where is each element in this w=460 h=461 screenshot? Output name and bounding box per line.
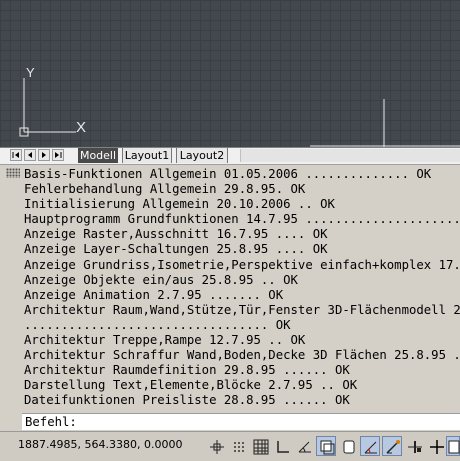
command-history-line: Architektur Raumdefinition 29.8.95 .....… (24, 363, 350, 378)
grid-button[interactable] (250, 436, 270, 456)
tab-layout2[interactable]: Layout2 (176, 148, 228, 163)
first-tab-button[interactable] (10, 149, 22, 161)
command-history-line: Architektur Raum,Wand,Stütze,Tür,Fenster… (24, 302, 460, 317)
command-history-line: Anzeige Raster,Ausschnitt 16.7.95 .... O… (24, 227, 328, 242)
status-bar: 1887.4985, 564.3380, 0.0000 (0, 431, 460, 461)
osnap-button[interactable] (316, 436, 336, 456)
lineweight-icon (408, 441, 422, 453)
lineweight-button[interactable] (404, 436, 424, 456)
command-history-line: Anzeige Animation 2.7.95 ....... OK (24, 287, 284, 302)
command-history-line: Architektur Schraffur Wand,Boden,Decke 3… (24, 348, 460, 363)
next-tab-button[interactable] (38, 149, 50, 161)
grid-icon (253, 439, 269, 455)
command-history-line: Anzeige Objekte ein/aus 25.8.95 .. OK (24, 272, 298, 287)
command-history-line: Dateifunktionen Preisliste 28.8.95 .....… (24, 393, 350, 408)
polar-icon (298, 441, 311, 453)
dyn-button[interactable] (382, 436, 402, 456)
ortho-icon (277, 441, 289, 453)
tab-layout1[interactable]: Layout1 (122, 148, 172, 163)
layout-tab-bar: Modell Layout1 Layout2 (0, 147, 460, 165)
polar-button[interactable] (294, 436, 314, 456)
prev-tab-button[interactable] (24, 149, 36, 161)
command-history-line: ................................. OK (24, 317, 291, 332)
horizontal-scrollbar[interactable] (240, 149, 460, 162)
ducs-icon (364, 441, 377, 454)
coordinate-readout[interactable]: 1887.4985, 564.3380, 0.0000 (18, 438, 182, 451)
otrack-icon (343, 440, 355, 454)
ducs-button[interactable] (360, 436, 380, 456)
command-history-line: Basis-Funktionen Allgemein 01.05.2006 ..… (24, 167, 432, 181)
command-window-grip-icon[interactable] (6, 168, 20, 178)
osnap-icon (320, 440, 335, 455)
last-tab-button[interactable] (52, 149, 64, 161)
model-button[interactable] (446, 436, 460, 456)
command-window: Basis-Funktionen Allgemein 01.05.2006 ..… (0, 165, 460, 430)
command-history-line: Hauptprogramm Grundfunktionen 14.7.95 ..… (24, 212, 460, 227)
command-history-line: Anzeige Grundriss,Isometrie,Perspektive … (24, 257, 460, 272)
crosshair-cursor-icon (310, 99, 460, 147)
command-line-input[interactable]: Befehl: (22, 413, 460, 430)
ortho-button[interactable] (272, 436, 292, 456)
crosshair-icon (430, 440, 444, 454)
command-history-line: Anzeige Layer-Schaltungen 25.8.95 .... O… (24, 242, 328, 257)
dyn-icon (386, 440, 400, 454)
command-history-line: Architektur Treppe,Rampe 12.7.95 .. OK (24, 333, 306, 348)
command-history-line: Darstellung Text,Elemente,Blöcke 2.7.95 … (24, 378, 358, 393)
snap-button[interactable] (206, 436, 226, 456)
grid-dots-icon (234, 442, 244, 452)
otrack-button[interactable] (338, 436, 358, 456)
command-history-line: Fehlerbehandlung Allgemein 29.8.95. OK (24, 182, 306, 197)
model-space-canvas[interactable]: Y X (0, 0, 460, 147)
tab-model[interactable]: Modell (78, 148, 118, 163)
command-prompt: Befehl: (25, 415, 77, 429)
command-history: Basis-Funktionen Allgemein 01.05.2006 ..… (22, 167, 460, 411)
model-icon (448, 440, 460, 454)
crosshair-button[interactable] (426, 436, 446, 456)
grid-dots-button[interactable] (228, 436, 248, 456)
command-history-line: Initialisierung Allgemein 20.10.2006 .. … (24, 197, 335, 212)
snap-icon (210, 440, 224, 454)
